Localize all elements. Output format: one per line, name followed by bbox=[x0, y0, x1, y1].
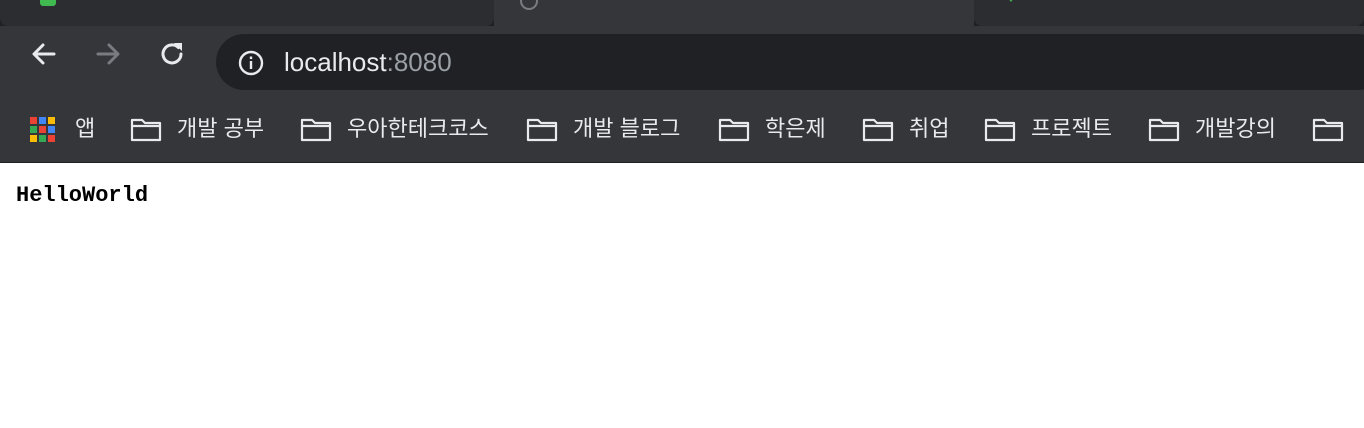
bookmark-folder-label: 취업 bbox=[909, 116, 950, 141]
bookmark-folder-3[interactable]: 개발 블로그 bbox=[526, 114, 680, 144]
folder-icon bbox=[984, 118, 1016, 142]
app-favicon-icon bbox=[40, 0, 56, 6]
globe-favicon-icon bbox=[520, 0, 538, 10]
bookmark-apps-label: 앱 bbox=[75, 116, 96, 141]
bookmark-folder-4[interactable]: 학은제 bbox=[718, 114, 826, 144]
folder-icon bbox=[1312, 118, 1344, 142]
bookmark-folder-2[interactable]: 우아한테크코스 bbox=[300, 114, 489, 144]
folder-icon bbox=[300, 118, 332, 142]
url-host: localhost bbox=[284, 47, 387, 77]
browser-toolbar: localhost:8080 bbox=[0, 26, 1364, 98]
tab-3[interactable] bbox=[974, 0, 1364, 26]
folder-icon bbox=[526, 118, 558, 142]
arrow-right-icon bbox=[96, 43, 120, 65]
bookmark-folder-label: 우아한테크코스 bbox=[347, 116, 489, 141]
site-info-button[interactable] bbox=[238, 50, 264, 76]
apps-grid-icon bbox=[30, 116, 55, 142]
bookmark-folder-label: 개발강의 bbox=[1195, 116, 1276, 141]
info-icon bbox=[238, 50, 264, 76]
folder-icon bbox=[862, 118, 894, 142]
bookmark-folder-label: 학은제 bbox=[765, 116, 826, 141]
address-bar[interactable]: localhost:8080 bbox=[216, 34, 1364, 90]
bookmarks-bar: 앱 개발 공부 우아한테크코스 개발 블로그 학은제 취업 프로젝트 개발강의 bbox=[0, 98, 1364, 163]
url-text[interactable]: localhost:8080 bbox=[284, 47, 452, 77]
page-body-text: HelloWorld bbox=[16, 183, 149, 208]
bookmark-folder-8-cropped[interactable] bbox=[1312, 114, 1344, 144]
url-port: :8080 bbox=[386, 47, 452, 77]
arrow-favicon-icon bbox=[1004, 0, 1018, 2]
reload-icon bbox=[161, 43, 183, 65]
tab-strip bbox=[0, 0, 1364, 26]
bookmark-folder-1[interactable]: 개발 공부 bbox=[130, 114, 264, 144]
forward-button[interactable] bbox=[94, 40, 122, 68]
reload-button[interactable] bbox=[158, 40, 186, 68]
bookmark-folder-label: 프로젝트 bbox=[1031, 116, 1112, 141]
bookmark-folder-6[interactable]: 프로젝트 bbox=[984, 114, 1112, 144]
tab-1[interactable] bbox=[0, 0, 494, 26]
arrow-left-icon bbox=[32, 43, 56, 65]
folder-icon bbox=[1148, 118, 1180, 142]
page-content: HelloWorld bbox=[0, 163, 1364, 428]
folder-icon bbox=[130, 118, 162, 142]
bookmark-folder-label: 개발 공부 bbox=[177, 116, 265, 141]
folder-icon bbox=[718, 118, 750, 142]
bookmark-apps[interactable]: 앱 bbox=[30, 114, 95, 144]
back-button[interactable] bbox=[30, 40, 58, 68]
bookmark-folder-5[interactable]: 취업 bbox=[862, 114, 949, 144]
bookmark-folder-7[interactable]: 개발강의 bbox=[1148, 114, 1276, 144]
tab-2-active[interactable] bbox=[494, 0, 974, 26]
bookmark-folder-label: 개발 블로그 bbox=[573, 116, 681, 141]
